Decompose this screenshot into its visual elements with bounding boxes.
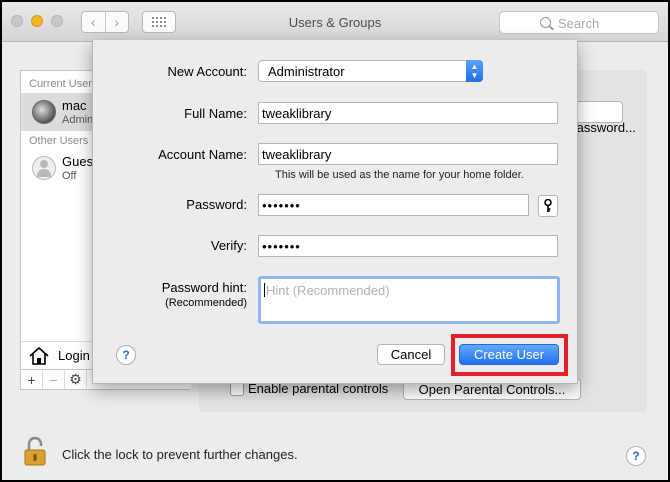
account-type-popup[interactable]: Administrator ▲ ▼	[258, 60, 483, 82]
new-account-sheet: New Account: Administrator ▲ ▼ Full Name:…	[92, 40, 578, 384]
search-field[interactable]: Search	[499, 11, 659, 34]
create-user-button[interactable]: Create User	[459, 344, 559, 365]
sheet-help-button[interactable]: ?	[116, 345, 136, 365]
search-icon	[540, 17, 551, 28]
chevron-up-down-icon: ▲ ▼	[466, 60, 483, 82]
new-account-label: New Account:	[167, 64, 248, 79]
account-name-label: Account Name:	[158, 147, 247, 162]
users-groups-window: ‹ › Users & Groups Search Current Users …	[2, 2, 668, 480]
full-name-field[interactable]: tweaklibrary	[258, 102, 558, 124]
full-name-label: Full Name:	[184, 106, 247, 121]
search-placeholder: Search	[558, 16, 600, 31]
action-menu-button[interactable]: ⚙	[65, 370, 87, 389]
lock-icon[interactable]	[24, 436, 46, 466]
user-role: Admin	[62, 114, 94, 126]
cancel-button[interactable]: Cancel	[377, 344, 445, 365]
password-assistant-button[interactable]	[538, 195, 558, 217]
current-users-label: Current Users	[29, 78, 98, 90]
parental-controls-checkbox[interactable]	[230, 382, 244, 396]
hint-placeholder: Hint (Recommended)	[266, 283, 390, 298]
verify-field[interactable]: •••••••	[258, 235, 558, 257]
gear-icon: ⚙	[69, 371, 82, 387]
user-role: Off	[62, 170, 77, 182]
password-field[interactable]: •••••••	[258, 194, 529, 216]
account-name-note: This will be used as the name for your h…	[275, 169, 524, 181]
password-hint-field[interactable]: Hint (Recommended)	[258, 276, 560, 324]
text-caret	[264, 283, 265, 297]
lock-message: Click the lock to prevent further change…	[62, 447, 298, 462]
avatar	[32, 156, 56, 180]
account-name-field[interactable]: tweaklibrary	[258, 143, 558, 165]
user-name: mac	[62, 98, 87, 113]
password-hint-sub-label: (Recommended)	[165, 297, 247, 309]
verify-label: Verify:	[210, 238, 247, 253]
help-button[interactable]: ?	[626, 446, 646, 466]
avatar	[32, 100, 56, 124]
password-hint-label: Password hint:	[161, 280, 247, 295]
add-user-button[interactable]: +	[21, 370, 43, 389]
other-users-label: Other Users	[29, 135, 89, 147]
house-icon	[29, 347, 49, 365]
remove-user-button[interactable]: −	[43, 370, 65, 389]
key-icon	[544, 199, 552, 212]
title-bar: ‹ › Users & Groups Search	[2, 2, 668, 42]
password-label: Password:	[186, 197, 247, 212]
account-type-value: Administrator	[268, 64, 345, 79]
